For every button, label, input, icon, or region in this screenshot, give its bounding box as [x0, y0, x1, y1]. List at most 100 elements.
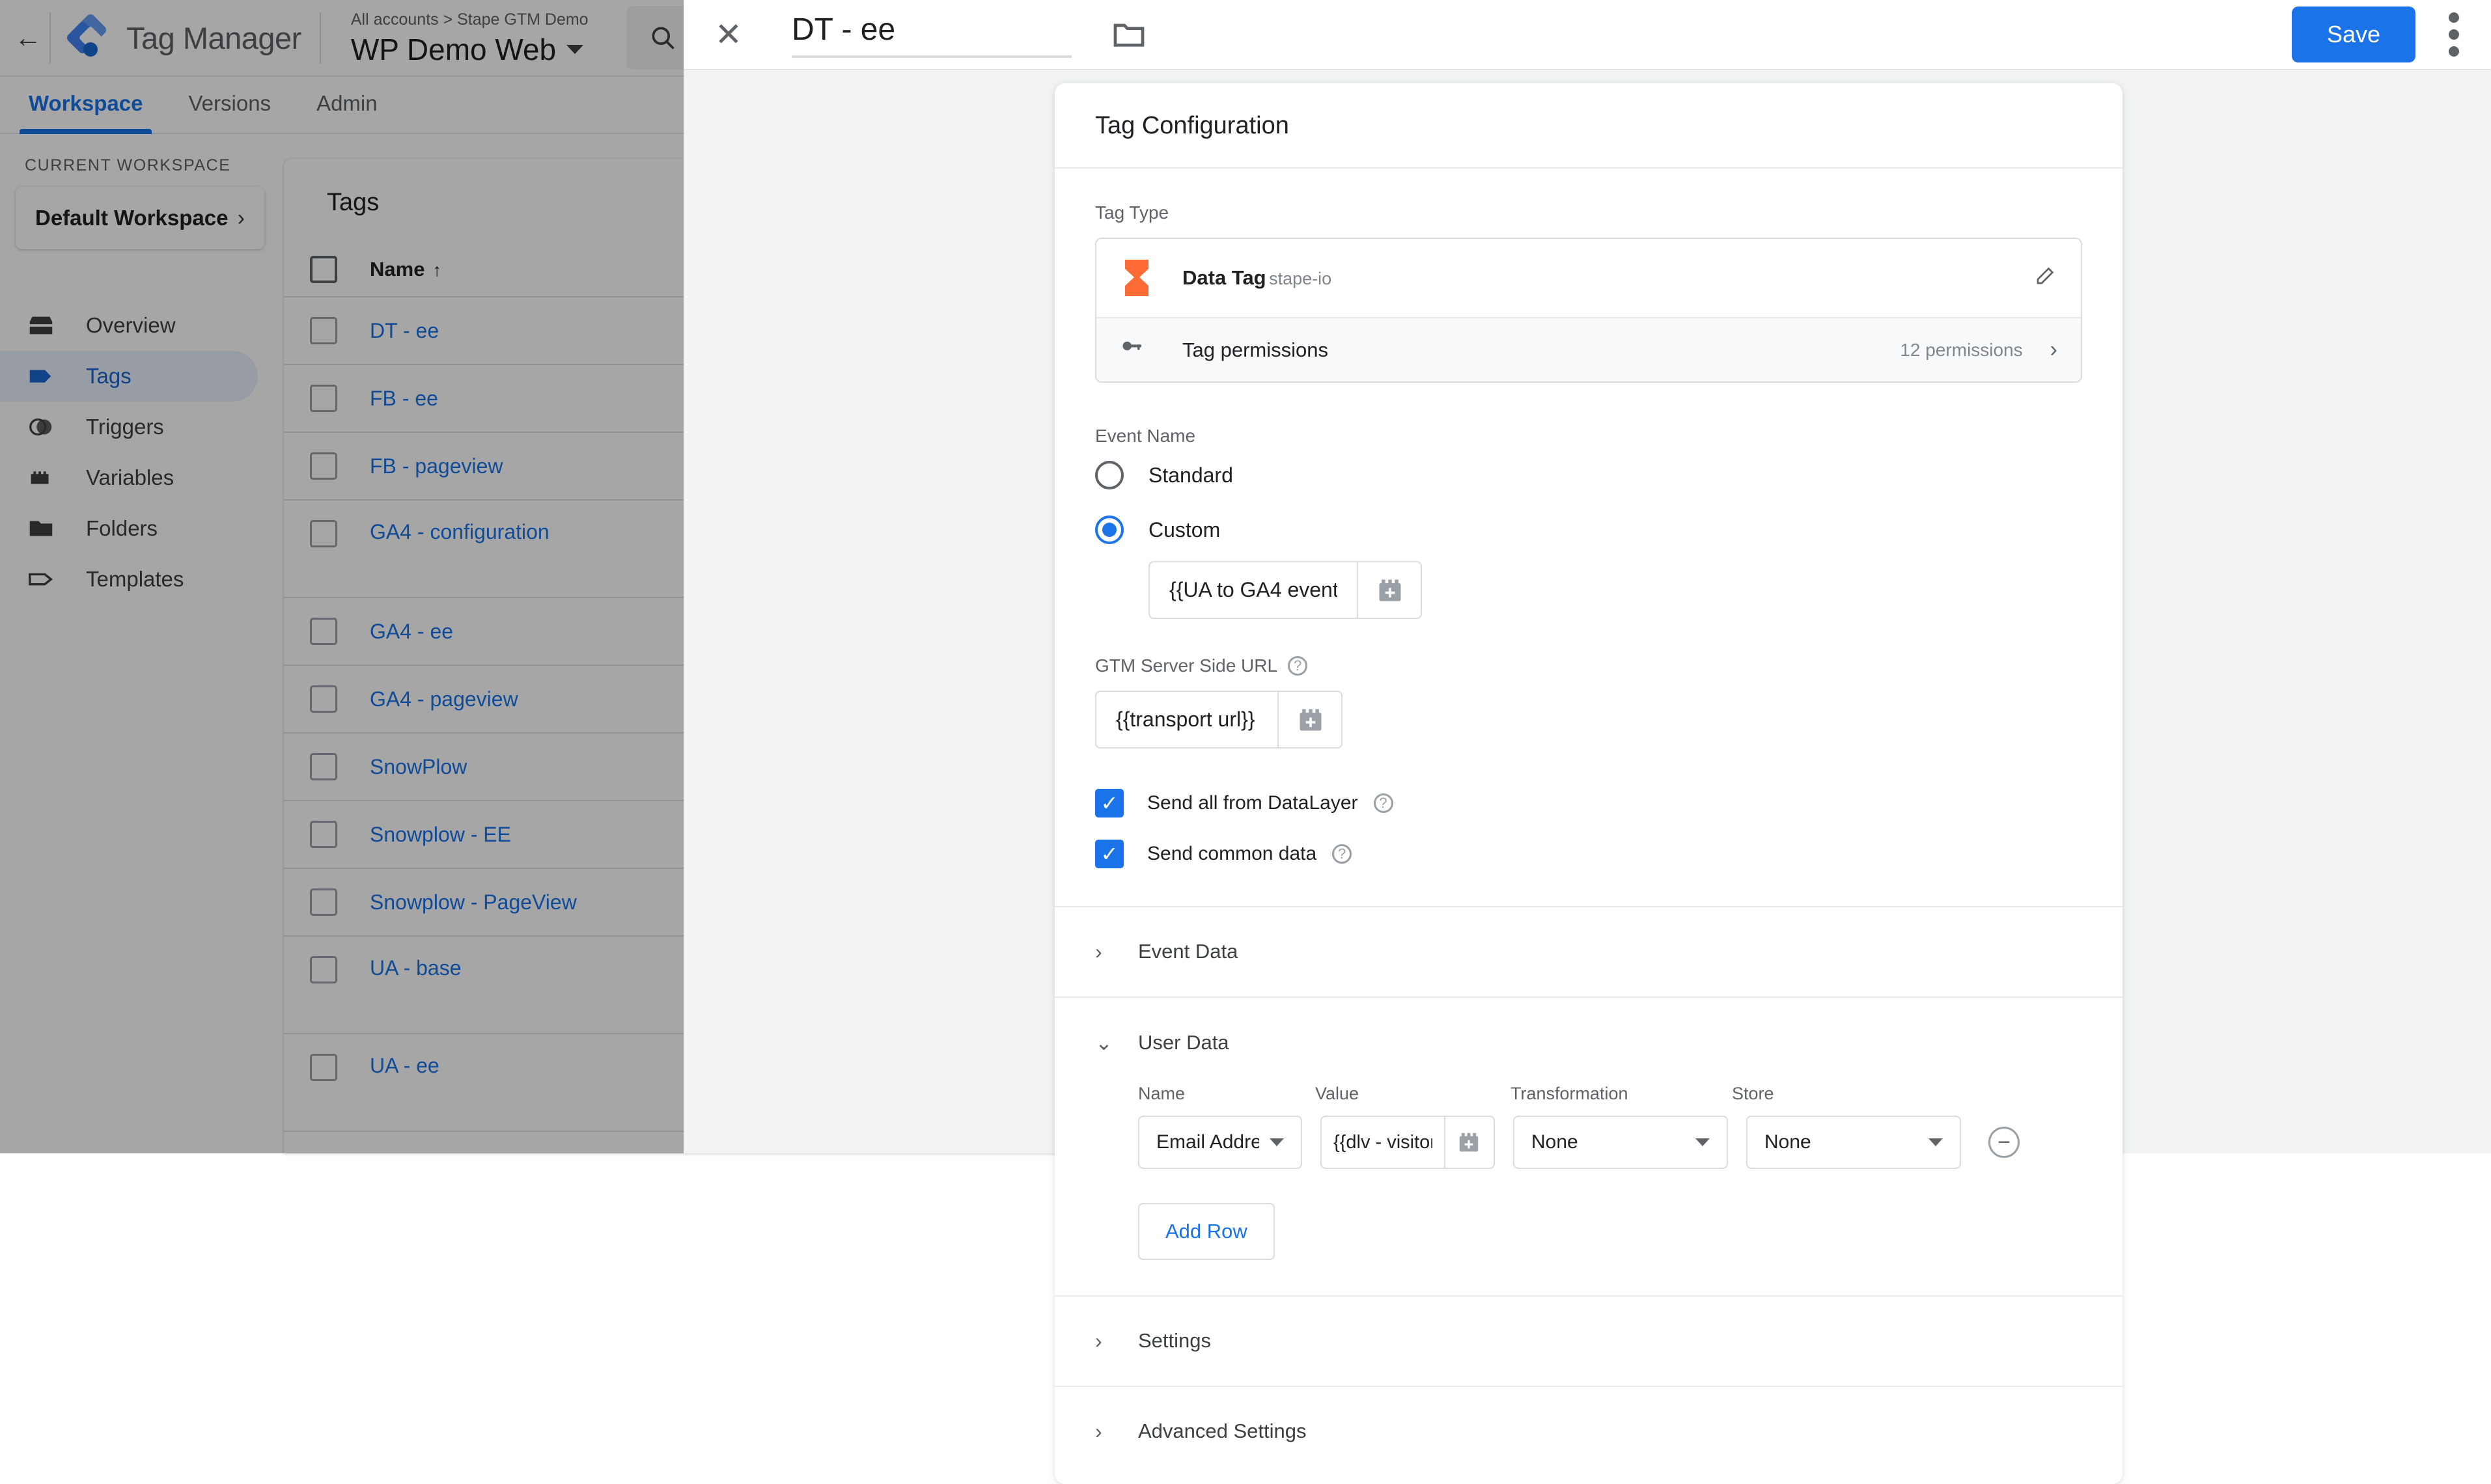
sidebar-item-tags[interactable]: Tags [0, 351, 258, 402]
checkbox-send-common-data-control[interactable]: ✓ [1095, 840, 1124, 868]
help-icon[interactable]: ? [1374, 793, 1393, 813]
section-settings[interactable]: › Settings [1055, 1295, 2122, 1386]
chevron-right-icon: › [1095, 1329, 1124, 1353]
column-header-name[interactable]: Name↑ [370, 258, 708, 281]
back-arrow-icon[interactable]: ← [9, 0, 47, 76]
table-cell-name: UA - ee [370, 1054, 708, 1078]
container-name: WP Demo Web [351, 34, 556, 64]
variables-icon [25, 461, 57, 494]
section-advanced-settings[interactable]: › Advanced Settings [1055, 1386, 2122, 1484]
tag-type-label: Tag Type [1095, 202, 2082, 223]
row-checkbox[interactable] [310, 888, 337, 916]
section-user-data[interactable]: ⌄ User Data Name Value Transformation St… [1055, 996, 2122, 1295]
tag-permissions-row[interactable]: Tag permissions 12 permissions › [1096, 317, 2081, 381]
checkbox-send-common-data[interactable]: ✓ Send common data ? [1095, 840, 2082, 868]
tag-link[interactable]: UA - ee [370, 1054, 439, 1077]
chevron-right-icon: › [1095, 940, 1124, 964]
user-data-name-select[interactable]: Email Address [1138, 1116, 1302, 1169]
tag-name-input[interactable] [792, 12, 1072, 58]
event-name-input[interactable] [1150, 562, 1357, 618]
sidebar-item-folders[interactable]: Folders [0, 503, 258, 554]
tag-link[interactable]: FB - ee [370, 387, 438, 410]
tab-workspace[interactable]: Workspace [12, 91, 160, 133]
row-checkbox[interactable] [310, 520, 337, 547]
row-checkbox[interactable] [310, 685, 337, 713]
select-all-checkbox[interactable] [310, 256, 337, 283]
sidebar-item-triggers[interactable]: Triggers [0, 402, 258, 452]
radio-custom-control[interactable] [1095, 515, 1124, 544]
search-icon [648, 23, 677, 52]
row-checkbox[interactable] [310, 821, 337, 848]
folder-icon[interactable] [1111, 16, 1147, 53]
workspace-name: Default Workspace [35, 206, 228, 230]
gtm-url-label-text: GTM Server Side URL [1095, 655, 1277, 676]
radio-standard-label: Standard [1148, 463, 1233, 488]
container-context: All accounts > Stape GTM Demo WP Demo We… [351, 12, 589, 64]
event-name-label: Event Name [1095, 426, 2082, 447]
tag-icon [25, 360, 57, 392]
row-checkbox[interactable] [310, 618, 337, 645]
user-data-row: Email Address None None [1138, 1116, 2082, 1169]
tag-link[interactable]: DT - ee [370, 319, 439, 342]
user-data-table: Name Value Transformation Store Email Ad… [1095, 1084, 2082, 1273]
save-button[interactable]: Save [2292, 7, 2415, 62]
header-divider [49, 12, 51, 63]
close-icon[interactable]: ✕ [715, 18, 751, 51]
brick-picker-icon[interactable] [1277, 692, 1343, 747]
tag-manager-logo [65, 12, 116, 63]
tab-admin[interactable]: Admin [299, 91, 395, 133]
checkbox-send-all-datalayer-label: Send all from DataLayer [1147, 792, 1358, 814]
add-row-button[interactable]: Add Row [1138, 1203, 1275, 1260]
row-checkbox[interactable] [310, 452, 337, 480]
tag-type-row[interactable]: Data Tag stape-io [1096, 239, 2081, 317]
modal-header: ✕ Save [684, 0, 2491, 69]
row-checkbox[interactable] [310, 753, 337, 780]
user-data-value-input[interactable] [1322, 1117, 1444, 1168]
chevron-down-icon: ⌄ [1095, 1030, 1124, 1055]
user-data-header-name: Name [1138, 1084, 1315, 1104]
tag-link[interactable]: Snowplow - EE [370, 823, 511, 846]
more-options-icon[interactable] [2448, 12, 2460, 57]
tag-name-field-wrap [792, 12, 1072, 58]
user-data-store-value: None [1764, 1131, 1811, 1153]
sidebar-item-templates[interactable]: Templates [0, 554, 258, 605]
section-event-data[interactable]: › Event Data [1055, 906, 2122, 996]
brand-name: Tag Manager [126, 20, 301, 56]
row-checkbox[interactable] [310, 385, 337, 412]
tag-link[interactable]: UA - base [370, 956, 462, 980]
checkbox-send-all-datalayer[interactable]: ✓ Send all from DataLayer ? [1095, 789, 2082, 818]
row-checkbox[interactable] [310, 317, 337, 344]
radio-standard[interactable]: Standard [1095, 461, 2082, 489]
breadcrumb[interactable]: All accounts > Stape GTM Demo [351, 12, 589, 28]
brick-picker-icon[interactable] [1357, 562, 1422, 618]
checkbox-send-all-datalayer-control[interactable]: ✓ [1095, 789, 1124, 818]
tag-link[interactable]: GA4 - configuration [370, 520, 550, 543]
pencil-icon[interactable] [2034, 264, 2057, 293]
tab-versions[interactable]: Versions [171, 91, 288, 133]
header-divider-2 [320, 12, 321, 63]
help-icon[interactable]: ? [1332, 844, 1352, 864]
tag-link[interactable]: FB - pageview [370, 454, 503, 478]
workspace-selector[interactable]: Default Workspace › [16, 187, 264, 249]
tag-link[interactable]: Snowplow - PageView [370, 890, 577, 914]
sidebar-item-overview[interactable]: Overview [0, 300, 258, 351]
tag-link[interactable]: GA4 - ee [370, 620, 453, 643]
table-cell-name: GA4 - configuration [370, 520, 708, 544]
sidebar-item-variables[interactable]: Variables [0, 452, 258, 503]
user-data-transformation-select[interactable]: None [1513, 1116, 1728, 1169]
user-data-value-group [1320, 1116, 1495, 1169]
help-icon[interactable]: ? [1288, 656, 1307, 676]
row-checkbox[interactable] [310, 1054, 337, 1081]
brick-picker-icon[interactable] [1444, 1117, 1492, 1168]
container-selector[interactable]: WP Demo Web [351, 34, 589, 64]
sidebar-item-label: Overview [86, 313, 176, 338]
radio-custom[interactable]: Custom [1095, 515, 2082, 544]
radio-standard-control[interactable] [1095, 461, 1124, 489]
tag-link[interactable]: GA4 - pageview [370, 687, 518, 711]
gtm-url-input[interactable] [1096, 692, 1277, 747]
sidebar-section-label: CURRENT WORKSPACE [25, 156, 280, 175]
user-data-store-select[interactable]: None [1746, 1116, 1961, 1169]
table-cell-name: Snowplow - EE [370, 823, 708, 847]
row-checkbox[interactable] [310, 956, 337, 983]
tag-link[interactable]: SnowPlow [370, 755, 467, 778]
